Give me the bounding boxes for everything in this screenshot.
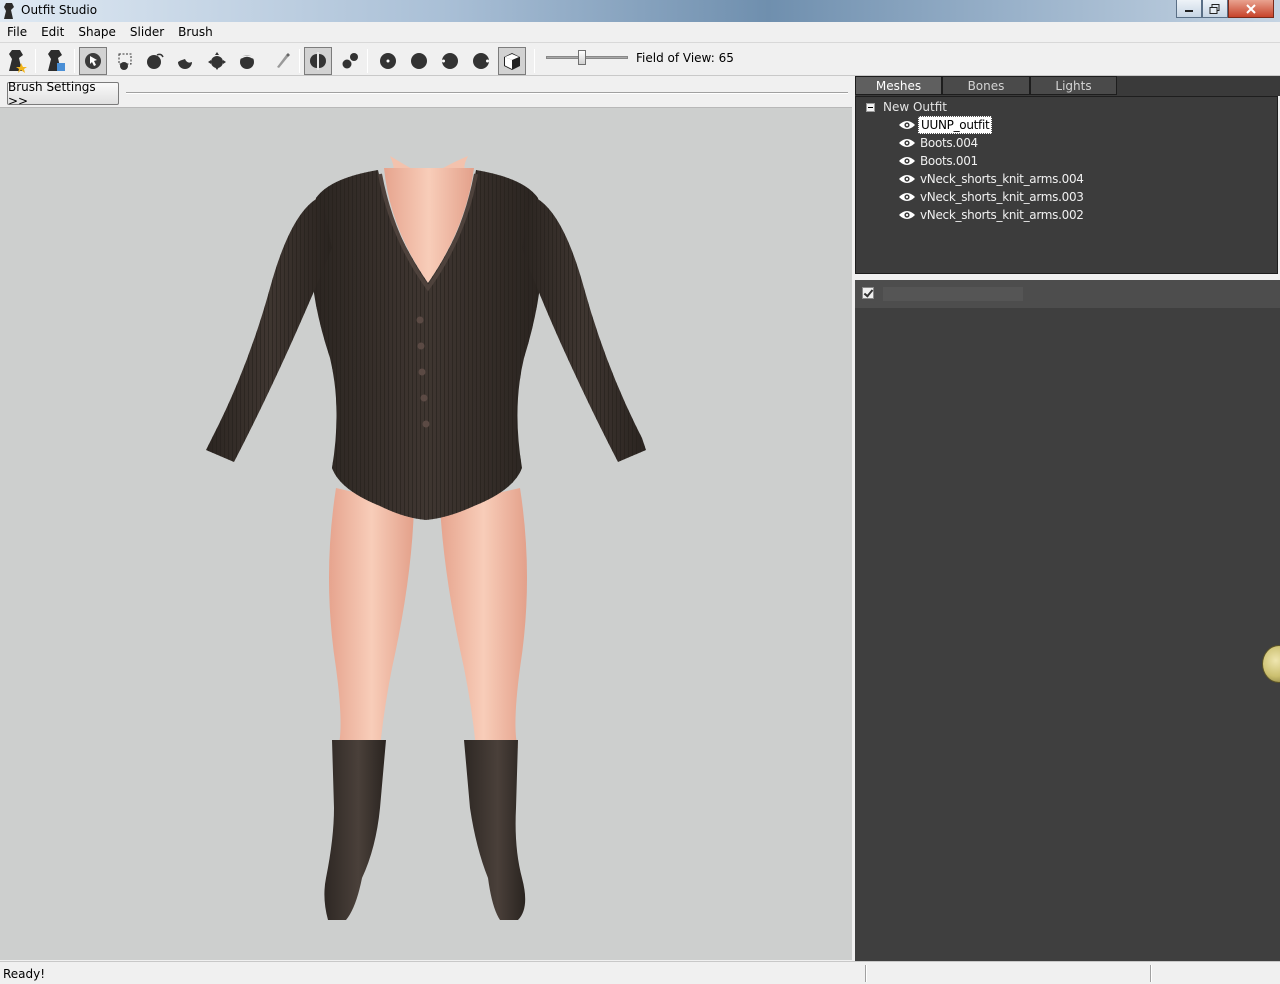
- brush-settings-bar: Brush Settings >>: [0, 77, 852, 108]
- tree-item-boots-001[interactable]: Boots.001: [898, 152, 980, 170]
- menu-slider[interactable]: Slider: [123, 22, 171, 42]
- close-button[interactable]: [1228, 0, 1274, 18]
- tree-item-label: Boots.004: [920, 136, 978, 150]
- status-divider: [865, 965, 867, 982]
- fov-slider-thumb[interactable]: [578, 50, 586, 65]
- view-right-icon: [473, 53, 489, 69]
- slider-list-panel: [855, 308, 1280, 961]
- weight-brush-icon: [277, 53, 290, 68]
- view-back-button[interactable]: [405, 47, 433, 75]
- tab-bones[interactable]: Bones: [942, 76, 1030, 95]
- minimize-button[interactable]: [1176, 0, 1202, 18]
- tab-lights[interactable]: Lights: [1030, 76, 1117, 95]
- tree-item-label: vNeck_shorts_knit_arms.002: [920, 208, 1084, 222]
- tree-item-vneck-002[interactable]: vNeck_shorts_knit_arms.002: [898, 206, 1086, 224]
- select-brush-button[interactable]: [79, 47, 107, 75]
- maximize-button[interactable]: [1202, 0, 1228, 18]
- connected-only-icon: [342, 53, 358, 69]
- deflate-brush-button[interactable]: [171, 47, 199, 75]
- load-reference-button[interactable]: [42, 47, 70, 75]
- view-right-button[interactable]: [467, 47, 495, 75]
- inflate-brush-button[interactable]: [141, 47, 169, 75]
- menu-file[interactable]: File: [0, 22, 34, 42]
- mask-brush-icon: [118, 53, 132, 70]
- eye-icon[interactable]: [898, 155, 916, 167]
- tree-root-label: New Outfit: [883, 100, 948, 114]
- view-left-icon: [442, 53, 458, 69]
- mesh-tree: New Outfit UUNP_outfit Boots.004 Boots.0…: [855, 96, 1278, 274]
- view-back-icon: [411, 53, 427, 69]
- x-mirror-icon: [310, 52, 326, 70]
- close-icon: [1246, 3, 1256, 14]
- panel-tabs: Meshes Bones Lights: [855, 76, 1280, 96]
- 3d-viewport[interactable]: [0, 108, 852, 960]
- eye-icon[interactable]: [898, 137, 916, 149]
- window-title: Outfit Studio: [21, 3, 98, 17]
- divider-line: [126, 92, 848, 94]
- tab-meshes[interactable]: Meshes: [855, 76, 942, 95]
- move-brush-button[interactable]: [203, 47, 231, 75]
- deflate-brush-icon: [178, 59, 192, 69]
- tree-item-label: UUNP_outfit: [918, 116, 993, 134]
- tree-item-vneck-003[interactable]: vNeck_shorts_knit_arms.003: [898, 188, 1086, 206]
- view-left-button[interactable]: [436, 47, 464, 75]
- eye-icon[interactable]: [898, 119, 916, 131]
- smooth-brush-button[interactable]: [233, 47, 261, 75]
- status-text: Ready!: [3, 967, 46, 981]
- tree-item-label: vNeck_shorts_knit_arms.003: [920, 190, 1084, 204]
- eye-icon[interactable]: [898, 173, 916, 185]
- new-project-icon: [9, 50, 27, 73]
- mask-brush-button[interactable]: [111, 47, 139, 75]
- minimize-icon: [1185, 9, 1193, 12]
- title-bar: Outfit Studio: [0, 0, 1280, 22]
- menu-shape[interactable]: Shape: [71, 22, 123, 42]
- perspective-button[interactable]: [498, 47, 526, 75]
- restore-icon: [1209, 3, 1220, 14]
- select-brush-icon: [85, 53, 101, 69]
- menu-edit[interactable]: Edit: [34, 22, 71, 42]
- tree-item-boots-004[interactable]: Boots.004: [898, 134, 980, 152]
- slider-filter-field[interactable]: [883, 287, 1023, 301]
- slider-panel-header: [855, 280, 1280, 308]
- connected-only-button[interactable]: [336, 47, 364, 75]
- status-divider: [1150, 965, 1152, 982]
- x-mirror-button[interactable]: [304, 47, 332, 75]
- eye-icon[interactable]: [898, 191, 916, 203]
- move-brush-icon: [208, 52, 226, 70]
- collapse-icon[interactable]: [866, 102, 875, 112]
- outfit-model: [206, 156, 646, 920]
- weight-brush-button[interactable]: [268, 47, 296, 75]
- inflate-brush-icon: [147, 53, 164, 69]
- smooth-brush-icon: [240, 55, 254, 69]
- tree-item-label: vNeck_shorts_knit_arms.004: [920, 172, 1084, 186]
- status-bar: Ready!: [0, 961, 1280, 984]
- tree-item-vneck-004[interactable]: vNeck_shorts_knit_arms.004: [898, 170, 1086, 188]
- fov-slider-track[interactable]: [546, 56, 628, 59]
- tree-root[interactable]: New Outfit: [866, 100, 947, 114]
- view-front-icon: [380, 53, 396, 69]
- load-reference-icon: [48, 50, 65, 71]
- eye-icon[interactable]: [898, 209, 916, 221]
- menu-bar: File Edit Shape Slider Brush: [0, 22, 1280, 42]
- app-icon: [4, 3, 14, 19]
- perspective-cube-icon: [504, 53, 520, 70]
- new-project-button[interactable]: [3, 47, 31, 75]
- slider-filter-checkbox[interactable]: [862, 287, 874, 299]
- brush-settings-button[interactable]: Brush Settings >>: [7, 80, 119, 108]
- fov-label: Field of View: 65: [636, 51, 734, 65]
- view-front-button[interactable]: [374, 47, 402, 75]
- tree-item-label: Boots.001: [920, 154, 978, 168]
- tree-item-uunp-outfit[interactable]: UUNP_outfit: [898, 116, 993, 134]
- menu-brush[interactable]: Brush: [171, 22, 220, 42]
